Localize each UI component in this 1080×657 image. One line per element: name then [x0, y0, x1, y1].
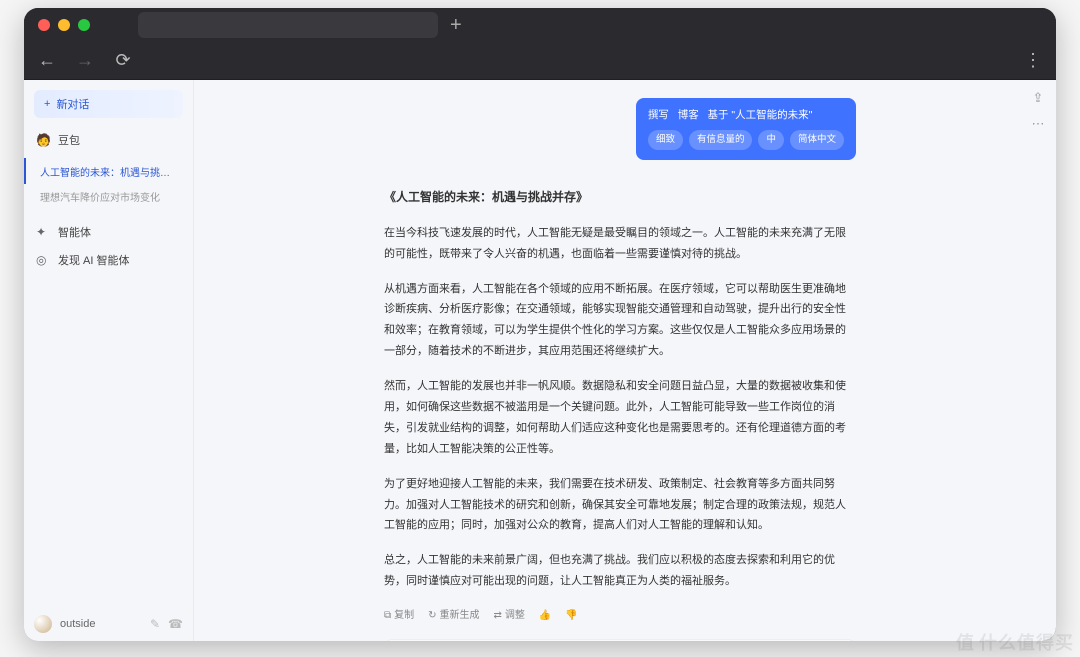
more-icon[interactable]: ⋯: [1028, 114, 1048, 134]
new-chat-button[interactable]: + 新对话: [34, 90, 183, 118]
article-paragraph: 总之，人工智能的未来前景广阔，但也充满了挑战。我们应以积极的态度去探索和利用它的…: [384, 550, 856, 592]
article-title: 《人工智能的未来：机遇与挑战并存》: [384, 186, 856, 209]
browser-tab[interactable]: [138, 12, 438, 38]
prompt-tag: 中: [758, 130, 784, 150]
article-paragraph: 从机遇方面来看，人工智能在各个领域的应用不断拓展。在医疗领域，它可以帮助医生更准…: [384, 279, 856, 363]
prompt-tag: 细致: [648, 130, 683, 150]
article-paragraph: 为了更好地迎接人工智能的未来，我们需要在技术研发、政策制定、社会教育等多方面共同…: [384, 474, 856, 537]
reload-icon[interactable]: ⟳: [112, 50, 134, 71]
username-label: outside: [60, 618, 95, 630]
compass-icon: ◎: [36, 253, 50, 267]
message-actions: ⧉ 复制 ↻ 重新生成 ⇄ 调整 👍 👎: [384, 606, 856, 625]
back-icon[interactable]: ←: [36, 50, 58, 71]
prompt-word-3: 基于 "人工智能的未来": [707, 109, 812, 121]
edit-icon[interactable]: ✎: [150, 617, 160, 631]
navbar: ← → ⟳ ⋮: [24, 42, 1056, 80]
feedback-card: 你觉得结果怎么样? 👍 喜欢 👎 不喜欢 ✕: [384, 639, 856, 641]
watermark: 值 什么值得买: [956, 629, 1074, 655]
discover-label: 发现 AI 智能体: [58, 252, 130, 268]
close-window-icon[interactable]: [38, 19, 50, 31]
article-paragraph: 在当今科技飞速发展的时代，人工智能无疑是最受瞩目的领域之一。人工智能的未来充满了…: [384, 223, 856, 265]
forward-icon[interactable]: →: [74, 50, 96, 71]
sidebar-item-assistant[interactable]: 🧑 豆包: [24, 126, 193, 154]
thumbs-up-icon[interactable]: 👍: [539, 606, 551, 625]
article: 《人工智能的未来：机遇与挑战并存》 在当今科技飞速发展的时代，人工智能无疑是最受…: [384, 186, 856, 592]
user-prompt-card: 撰写 博客 基于 "人工智能的未来" 细致 有信息量的 中 简体中文: [636, 98, 856, 160]
current-chat-label: 人工智能的未来：机遇与挑…: [40, 164, 170, 179]
new-chat-label: 新对话: [56, 96, 89, 112]
thumbs-down-icon[interactable]: 👎: [565, 606, 577, 625]
prompt-word-1: 撰写: [648, 109, 669, 121]
user-avatar-icon[interactable]: [34, 615, 52, 633]
content-scroll[interactable]: 撰写 博客 基于 "人工智能的未来" 细致 有信息量的 中 简体中文: [194, 80, 1056, 641]
copy-label: 复制: [394, 606, 414, 625]
browser-window: + ← → ⟳ ⋮ + 新对话 🧑 豆包 人工智能的未来：机遇与挑… 理想汽车降…: [24, 8, 1056, 641]
titlebar: +: [24, 8, 1056, 42]
app-body: + 新对话 🧑 豆包 人工智能的未来：机遇与挑… 理想汽车降价应对市场变化 ✦ …: [24, 80, 1056, 641]
phone-icon[interactable]: ☎: [168, 617, 183, 631]
window-controls: [38, 19, 90, 31]
main-pane: ⇪ ⋯ 撰写 博客 基于 "人工智能的未来" 细致 有信息量的 中: [194, 80, 1056, 641]
prompt-line: 撰写 博客 基于 "人工智能的未来": [648, 106, 844, 126]
sidebar-footer: outside ✎ ☎: [24, 607, 193, 641]
sidebar-item-history[interactable]: 理想汽车降价应对市场变化: [24, 184, 193, 208]
sidebar-item-agent[interactable]: ✦ 智能体: [24, 218, 193, 246]
adjust-label: 调整: [505, 606, 525, 625]
history-label: 理想汽车降价应对市场变化: [40, 189, 160, 204]
regen-label: 重新生成: [440, 606, 480, 625]
prompt-tags: 细致 有信息量的 中 简体中文: [648, 130, 844, 150]
sidebar-item-current-chat[interactable]: 人工智能的未来：机遇与挑…: [24, 158, 193, 184]
copy-button[interactable]: ⧉ 复制: [384, 606, 414, 625]
prompt-word-2: 博客: [678, 109, 699, 121]
watermark-text: 什么值得买: [979, 629, 1074, 655]
menu-icon[interactable]: ⋮: [1022, 50, 1044, 71]
prompt-tag: 有信息量的: [689, 130, 753, 150]
assistant-label: 豆包: [58, 132, 80, 148]
maximize-window-icon[interactable]: [78, 19, 90, 31]
prompt-tag: 简体中文: [790, 130, 844, 150]
sidebar-item-discover[interactable]: ◎ 发现 AI 智能体: [24, 246, 193, 274]
sidebar: + 新对话 🧑 豆包 人工智能的未来：机遇与挑… 理想汽车降价应对市场变化 ✦ …: [24, 80, 194, 641]
minimize-window-icon[interactable]: [58, 19, 70, 31]
assistant-avatar-icon: 🧑: [36, 133, 50, 147]
plus-icon: +: [44, 98, 50, 110]
regenerate-button[interactable]: ↻ 重新生成: [428, 606, 479, 625]
new-tab-icon[interactable]: +: [450, 14, 462, 37]
share-icon[interactable]: ⇪: [1028, 88, 1048, 108]
tab-strip: +: [98, 12, 1042, 38]
agent-label: 智能体: [58, 224, 91, 240]
topright-tools: ⇪ ⋯: [1028, 88, 1048, 134]
sparkle-icon: ✦: [36, 225, 50, 239]
article-paragraph: 然而，人工智能的发展也并非一帆风顺。数据隐私和安全问题日益凸显，大量的数据被收集…: [384, 376, 856, 460]
adjust-button[interactable]: ⇄ 调整: [494, 606, 525, 625]
